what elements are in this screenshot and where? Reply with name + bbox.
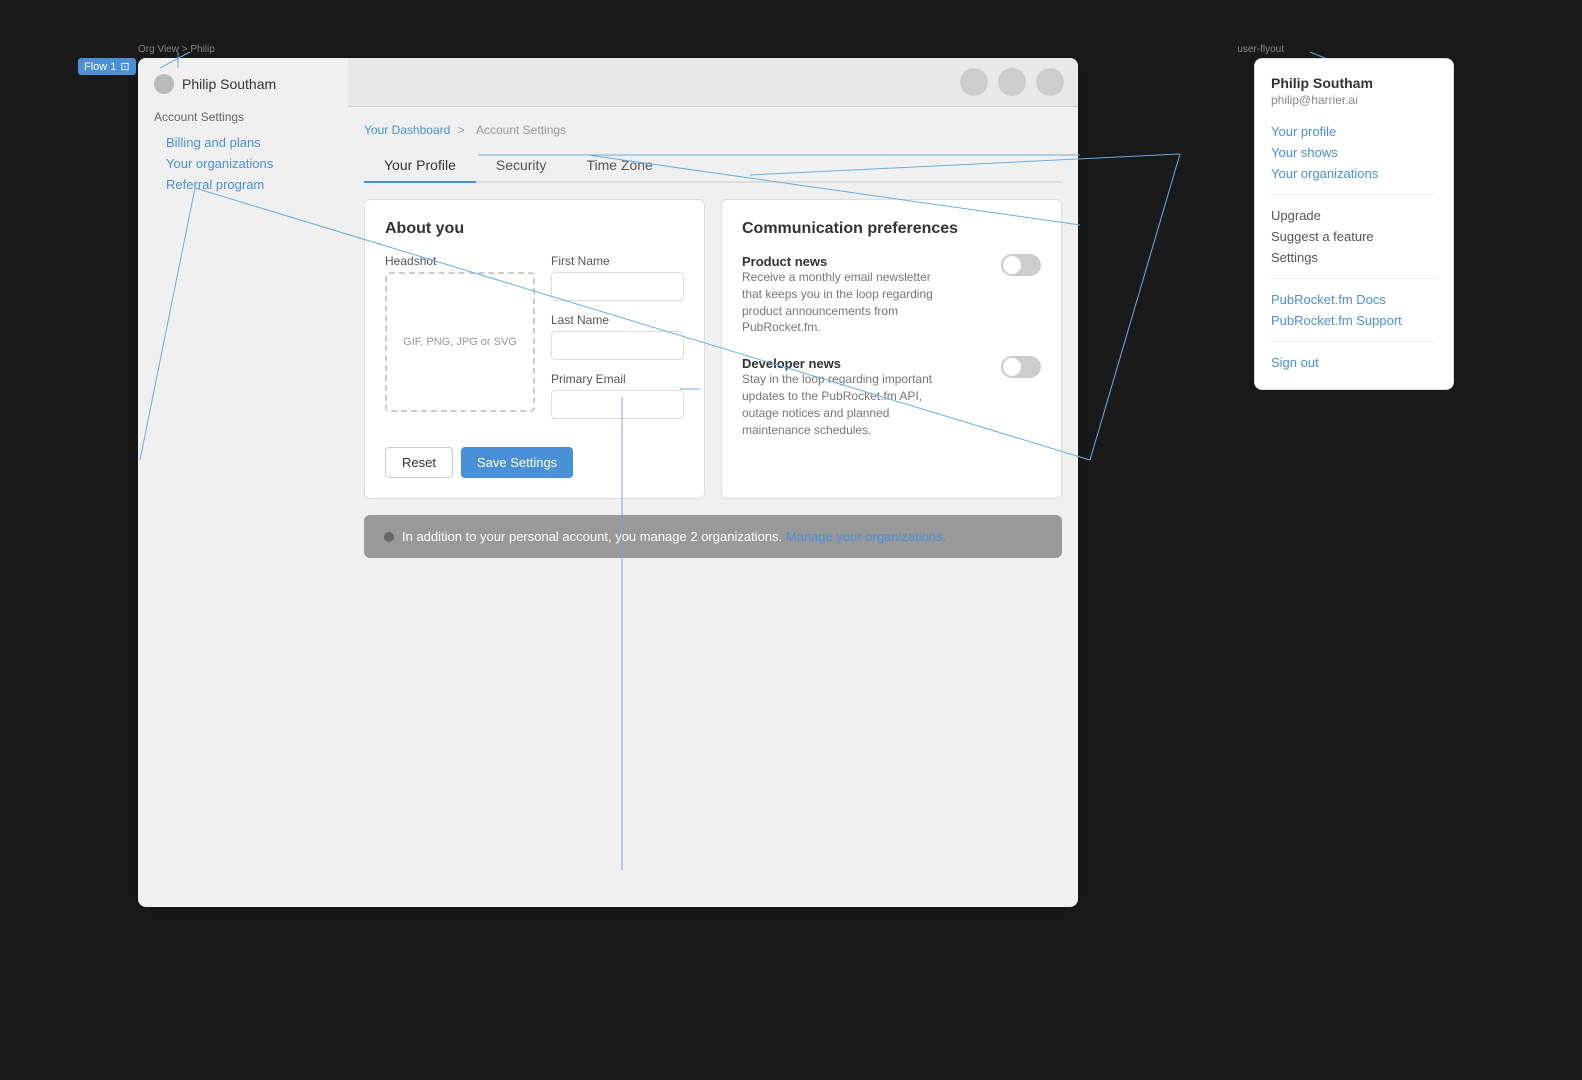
sidebar-section-label: Account Settings [154, 110, 332, 124]
pref-item-product-news: Product news Receive a monthly email new… [742, 254, 1041, 336]
flyout-suggest[interactable]: Suggest a feature [1271, 226, 1437, 247]
flyout-link-shows[interactable]: Your shows [1271, 142, 1437, 163]
headshot-label: Headshot [385, 254, 551, 268]
toolbar-btn-3[interactable] [1036, 68, 1064, 96]
breadcrumb-separator: > [458, 123, 468, 137]
avatar [154, 74, 174, 94]
last-name-input[interactable] [551, 331, 684, 360]
flyout-link-profile[interactable]: Your profile [1271, 121, 1437, 142]
breadcrumb: Your Dashboard > Account Settings [364, 123, 1062, 137]
pref-title-product: Product news [742, 254, 1001, 269]
panel-title-about: About you [385, 220, 684, 238]
panel-about-you: About you Headshot GIF, PNG, JPG or SVG … [364, 199, 705, 499]
pref-header-product: Product news Receive a monthly email new… [742, 254, 1041, 336]
email-label: Primary Email [551, 372, 684, 386]
flyout-divider-1 [1271, 194, 1437, 195]
breadcrumb-current: Account Settings [476, 123, 566, 137]
flyout-username: Philip Southam [1271, 75, 1437, 91]
manage-organizations-link[interactable]: Manage your organizations. [786, 529, 946, 544]
org-view-annotation: Org View > Philip [138, 44, 215, 55]
sidebar-username: Philip Southam [182, 76, 276, 92]
flyout-divider-3 [1271, 341, 1437, 342]
pref-desc-developer: Stay in the loop regarding important upd… [742, 371, 949, 438]
tab-your-profile[interactable]: Your Profile [364, 149, 476, 183]
toggle-product-news[interactable] [1001, 254, 1041, 276]
primary-email-input[interactable] [551, 390, 684, 419]
user-flyout: Philip Southam philip@harrier.ai Your pr… [1254, 58, 1454, 390]
sidebar-avatar: Philip Southam [154, 74, 332, 94]
flyout-upgrade[interactable]: Upgrade [1271, 205, 1437, 226]
reset-button[interactable]: Reset [385, 447, 453, 478]
flyout-docs[interactable]: PubRocket.fm Docs [1271, 289, 1437, 310]
panel-title-communication: Communication preferences [742, 220, 1041, 238]
save-settings-button[interactable]: Save Settings [461, 447, 573, 478]
toolbar-btn-2[interactable] [998, 68, 1026, 96]
flyout-sign-out[interactable]: Sign out [1271, 352, 1437, 373]
flyout-support[interactable]: PubRocket.fm Support [1271, 310, 1437, 331]
flyout-email: philip@harrier.ai [1271, 93, 1437, 107]
pref-desc-product: Receive a monthly email newsletter that … [742, 269, 949, 336]
tab-security[interactable]: Security [476, 149, 567, 183]
form-group-email: Primary Email [551, 372, 684, 419]
flyout-divider-2 [1271, 278, 1437, 279]
pref-item-developer-news: Developer news Stay in the loop regardin… [742, 356, 1041, 438]
breadcrumb-home[interactable]: Your Dashboard [364, 123, 450, 137]
sidebar-item-referral[interactable]: Referral program [154, 174, 332, 195]
sidebar: Philip Southam Account Settings Billing … [138, 58, 348, 211]
flow-label: Flow 1 ⊡ [78, 58, 136, 75]
notification-text: In addition to your personal account, yo… [402, 529, 946, 544]
form-group-last-name: Last Name [551, 313, 684, 360]
headshot-upload[interactable]: GIF, PNG, JPG or SVG [385, 272, 535, 412]
user-flyout-annotation: user-flyout [1237, 44, 1284, 55]
sidebar-item-organizations[interactable]: Your organizations [154, 153, 332, 174]
flyout-settings[interactable]: Settings [1271, 247, 1437, 268]
last-name-label: Last Name [551, 313, 684, 327]
panel-communication: Communication preferences Product news R… [721, 199, 1062, 499]
tab-time-zone[interactable]: Time Zone [566, 149, 672, 183]
flyout-link-organizations[interactable]: Your organizations [1271, 163, 1437, 184]
first-name-input[interactable] [551, 272, 684, 301]
pref-header-developer: Developer news Stay in the loop regardin… [742, 356, 1041, 438]
tabs: Your Profile Security Time Zone [364, 149, 1062, 183]
pref-title-developer: Developer news [742, 356, 1001, 371]
about-inner: Headshot GIF, PNG, JPG or SVG First Name [385, 254, 684, 431]
btn-row: Reset Save Settings [385, 447, 684, 478]
toggle-developer-news[interactable] [1001, 356, 1041, 378]
about-left-col: Headshot GIF, PNG, JPG or SVG [385, 254, 551, 431]
first-name-label: First Name [551, 254, 684, 268]
browser-window: PubRocket.fm Philip Southam Account Sett… [138, 58, 1078, 907]
notification-bar: In addition to your personal account, yo… [364, 515, 1062, 558]
form-group-first-name: First Name [551, 254, 684, 301]
sidebar-item-billing[interactable]: Billing and plans [154, 132, 332, 153]
about-fields: First Name Last Name Primary Email [551, 254, 684, 431]
content-row: About you Headshot GIF, PNG, JPG or SVG … [364, 199, 1062, 499]
headshot-hint: GIF, PNG, JPG or SVG [403, 336, 517, 348]
main-content: Your Dashboard > Account Settings Your P… [348, 107, 1078, 907]
notification-dot [384, 532, 394, 542]
toolbar-btn-1[interactable] [960, 68, 988, 96]
